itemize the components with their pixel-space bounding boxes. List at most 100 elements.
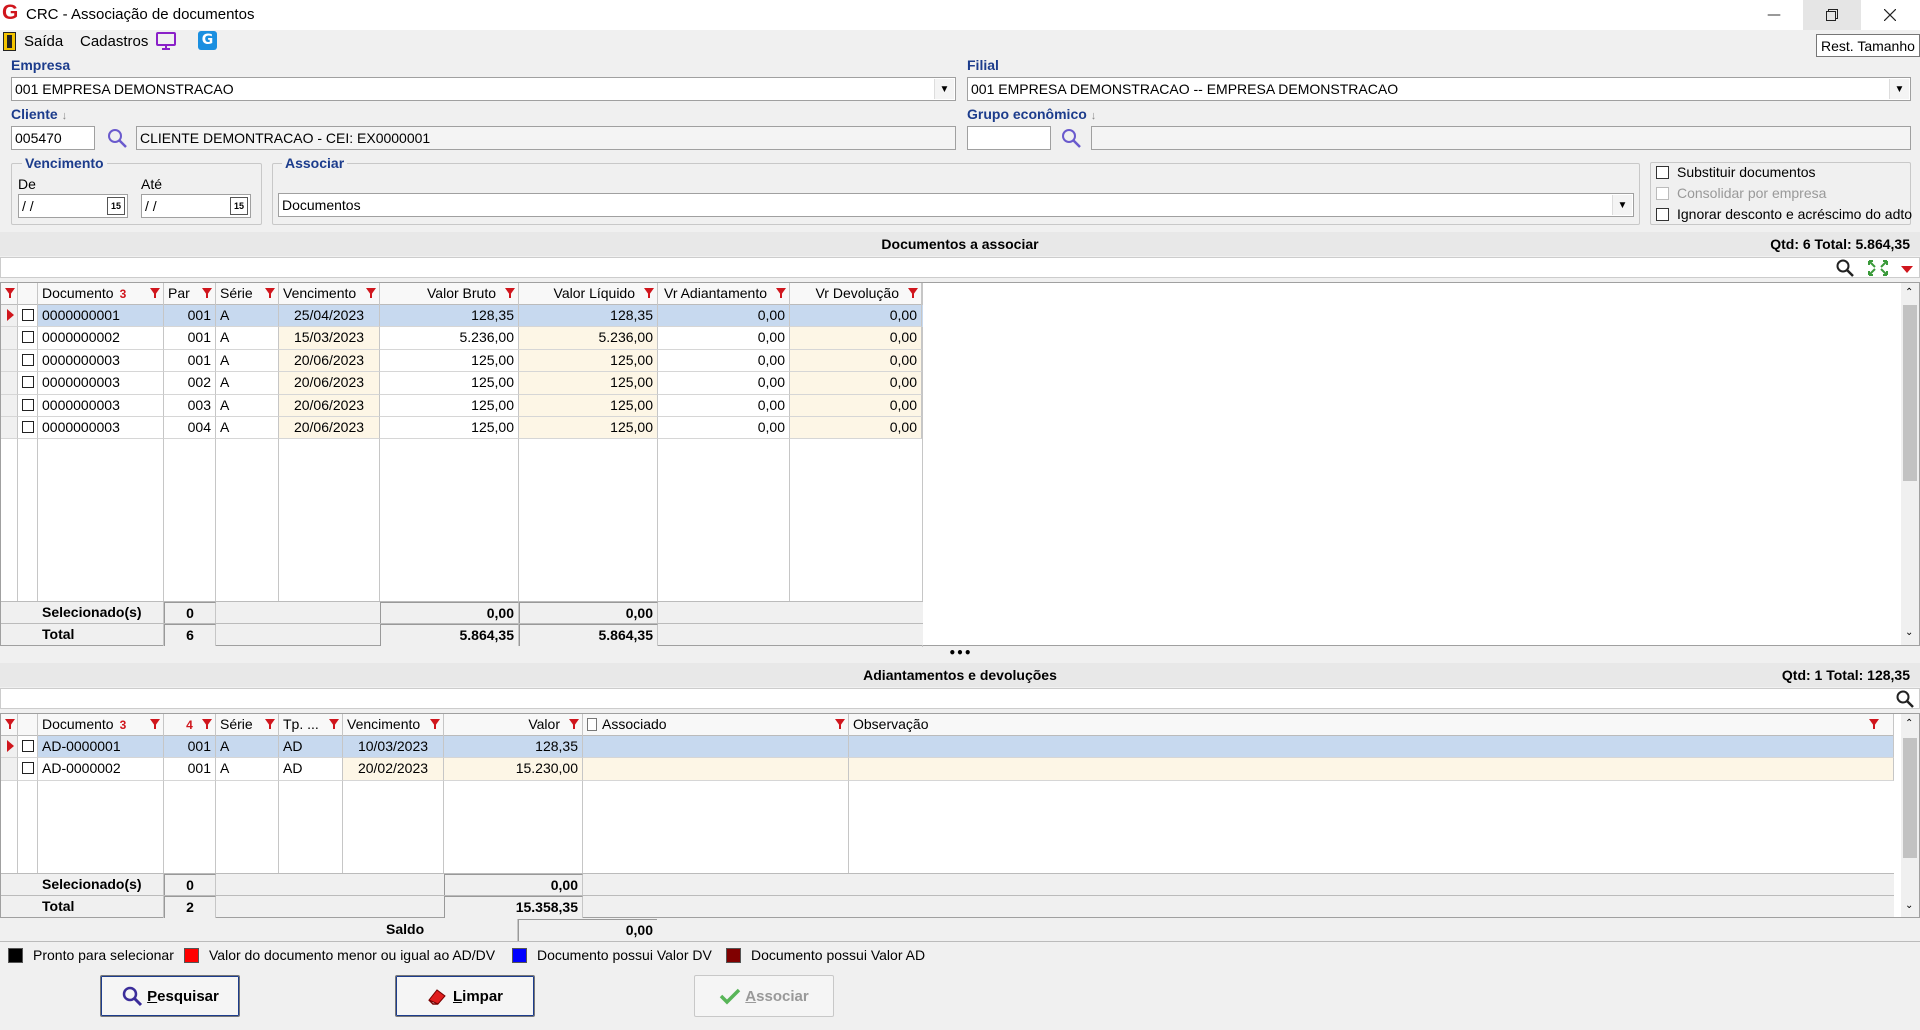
- search-icon[interactable]: [1835, 258, 1855, 282]
- checkbox-box[interactable]: [22, 331, 34, 344]
- row-indicator-header[interactable]: [1, 714, 18, 736]
- dropdown-arrow-icon[interactable]: [1901, 266, 1913, 273]
- col-valor-liquido[interactable]: Valor Líquido: [519, 283, 658, 305]
- splitter-handle[interactable]: •••: [0, 647, 1920, 660]
- table-row[interactable]: 0000000003 002 A 20/06/2023 125,00 125,00 0,00…: [1, 372, 923, 395]
- checkbox-box[interactable]: [22, 421, 34, 433]
- scroll-down-icon[interactable]: ⌄: [1905, 900, 1913, 911]
- calendar-icon[interactable]: 15: [230, 197, 248, 215]
- restore-button[interactable]: [1803, 0, 1861, 30]
- check-header[interactable]: [18, 283, 38, 305]
- col-documento[interactable]: Documento 3: [38, 283, 164, 305]
- checkbox-box[interactable]: [22, 398, 34, 411]
- ate-date-input[interactable]: / / 15: [141, 194, 251, 218]
- row-checkbox[interactable]: [18, 417, 38, 440]
- col-tp[interactable]: Tp. ...: [279, 714, 343, 736]
- checkbox-box[interactable]: [1656, 165, 1669, 179]
- table-row[interactable]: 0000000003 001 A 20/06/2023 125,00 125,00 0,00…: [1, 349, 923, 373]
- checkbox-box[interactable]: [22, 353, 34, 366]
- filter-icon[interactable]: [908, 288, 918, 298]
- table-row[interactable]: 0000000003 003 A 20/06/2023 125,00 125,00 0,00…: [1, 394, 923, 417]
- checkbox-box[interactable]: [22, 762, 34, 775]
- col-vencimento[interactable]: Vencimento: [279, 283, 380, 305]
- checkbox-box[interactable]: [22, 740, 34, 752]
- row-checkbox[interactable]: [18, 327, 38, 350]
- filter-icon[interactable]: [150, 719, 160, 729]
- filter-icon[interactable]: [5, 719, 15, 729]
- chevron-down-icon[interactable]: ▼: [1889, 79, 1909, 99]
- table-row[interactable]: 0000000001 001 A 25/04/2023 128,35 128,35 0,00…: [1, 305, 923, 328]
- col-par[interactable]: Par: [164, 283, 216, 305]
- filter-icon[interactable]: [835, 719, 845, 729]
- row-checkbox[interactable]: [18, 349, 38, 373]
- grupo-code-input[interactable]: [967, 126, 1051, 150]
- filter-icon[interactable]: [265, 288, 275, 298]
- search-icon[interactable]: [1060, 127, 1082, 149]
- menu-cadastros[interactable]: Cadastros: [80, 33, 148, 50]
- chevron-down-icon[interactable]: ▼: [934, 79, 954, 99]
- row-checkbox[interactable]: [18, 736, 38, 759]
- filter-icon[interactable]: [265, 719, 275, 729]
- pesquisar-button[interactable]: Pesquisar: [100, 975, 240, 1017]
- docs-scrollbar[interactable]: ⌃ ⌄: [1901, 283, 1919, 645]
- col-vr-devolucao[interactable]: Vr Devolução: [790, 283, 922, 305]
- empresa-select[interactable]: 001 EMPRESA DEMONSTRACAO ▼: [11, 77, 956, 101]
- filter-icon[interactable]: [202, 288, 212, 298]
- scroll-thumb[interactable]: [1903, 738, 1917, 858]
- table-row[interactable]: AD-0000002 001 A AD 20/02/2023 15.230,00: [1, 758, 1894, 781]
- filter-icon[interactable]: [430, 719, 440, 729]
- filter-icon[interactable]: [776, 288, 786, 298]
- col-valor[interactable]: Valor: [444, 714, 583, 736]
- scroll-thumb[interactable]: [1903, 305, 1917, 481]
- col-serie[interactable]: Série: [216, 283, 279, 305]
- col-serie[interactable]: Série: [216, 714, 279, 736]
- limpar-button[interactable]: Limpar: [395, 975, 535, 1017]
- checkbox-box[interactable]: [1656, 207, 1669, 221]
- table-row[interactable]: AD-0000001 001 A AD 10/03/2023 128,35: [1, 736, 1894, 759]
- expand-icon[interactable]: [1867, 259, 1889, 281]
- de-date-input[interactable]: / / 15: [18, 194, 128, 218]
- cliente-code-input[interactable]: 005470: [11, 126, 95, 150]
- associar-select[interactable]: Documentos ▼: [278, 193, 1634, 217]
- col-vr-adiantamento[interactable]: Vr Adiantamento: [658, 283, 790, 305]
- filter-icon[interactable]: [1869, 719, 1879, 729]
- col-observacao[interactable]: Observação: [849, 714, 1894, 736]
- checkbox-box[interactable]: [22, 376, 34, 389]
- row-checkbox[interactable]: [18, 758, 38, 781]
- adtos-filter-bar[interactable]: [0, 688, 1920, 709]
- col-associado[interactable]: Associado: [583, 714, 849, 736]
- search-icon[interactable]: [106, 127, 128, 149]
- associar-button[interactable]: Associar: [694, 975, 834, 1017]
- scroll-up-icon[interactable]: ⌃: [1905, 718, 1913, 729]
- filial-select[interactable]: 001 EMPRESA DEMONSTRACAO -- EMPRESA DEMO…: [967, 77, 1911, 101]
- row-checkbox[interactable]: [18, 305, 38, 328]
- adtos-scrollbar[interactable]: ⌃ ⌄: [1901, 714, 1919, 917]
- row-checkbox[interactable]: [18, 394, 38, 417]
- g-app-icon[interactable]: G: [198, 31, 217, 50]
- calendar-icon[interactable]: 15: [107, 197, 125, 215]
- col-par[interactable]: 4: [164, 714, 216, 736]
- substituir-checkbox[interactable]: Substituir documentos: [1656, 164, 1816, 180]
- filter-icon[interactable]: [644, 288, 654, 298]
- menu-saida[interactable]: Saída: [24, 33, 63, 50]
- check-header[interactable]: [18, 714, 38, 736]
- filter-icon[interactable]: [5, 288, 15, 298]
- col-vencimento[interactable]: Vencimento: [343, 714, 444, 736]
- col-documento[interactable]: Documento 3: [38, 714, 164, 736]
- row-checkbox[interactable]: [18, 372, 38, 395]
- filter-icon[interactable]: [366, 288, 376, 298]
- row-indicator-header[interactable]: [1, 283, 18, 305]
- docs-filter-bar[interactable]: [0, 257, 1920, 278]
- filter-icon[interactable]: [150, 288, 160, 298]
- filter-icon[interactable]: [505, 288, 515, 298]
- monitor-icon[interactable]: [156, 32, 176, 50]
- scroll-up-icon[interactable]: ⌃: [1905, 287, 1913, 298]
- scroll-down-icon[interactable]: ⌄: [1905, 627, 1913, 638]
- filter-icon[interactable]: [202, 719, 212, 729]
- chevron-down-icon[interactable]: ▼: [1612, 195, 1632, 215]
- filter-icon[interactable]: [329, 719, 339, 729]
- ignorar-checkbox[interactable]: Ignorar desconto e acréscimo do adto: [1656, 206, 1912, 222]
- search-icon[interactable]: [1895, 689, 1915, 713]
- minimize-button[interactable]: —: [1745, 0, 1803, 30]
- col-valor-bruto[interactable]: Valor Bruto: [380, 283, 519, 305]
